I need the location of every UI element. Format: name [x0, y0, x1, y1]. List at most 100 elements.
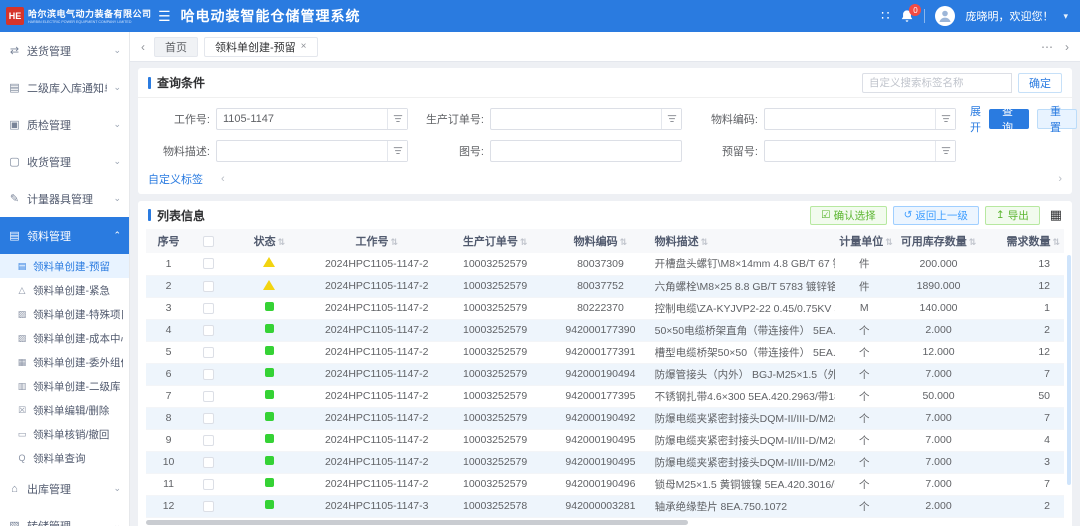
list-section-title: 列表信息: [157, 207, 205, 224]
table-row[interactable]: 22024HPC1105-1147-21000325257980037752六角…: [146, 275, 1064, 297]
row-checkbox[interactable]: [203, 435, 214, 446]
sidebar-subitem-create-cost-center[interactable]: ▨领料单创建-成本中心: [0, 326, 129, 350]
tab-picking-create-reserve[interactable]: 领料单创建-预留 ×: [204, 37, 318, 57]
row-checkbox[interactable]: [203, 501, 214, 512]
sort-icon[interactable]: ⇅: [620, 237, 628, 247]
row-checkbox[interactable]: [203, 369, 214, 380]
tabs-forward-icon[interactable]: ›: [1062, 40, 1072, 54]
query-input-2[interactable]: [764, 108, 956, 130]
tabs-back-icon[interactable]: ‹: [138, 40, 148, 54]
sidebar-subitem-query[interactable]: Q领料单查询: [0, 446, 129, 470]
notification-bell-icon[interactable]: 0: [900, 9, 914, 23]
row-checkbox[interactable]: [203, 281, 214, 292]
sort-icon[interactable]: ⇅: [701, 237, 709, 247]
sidebar-collapse-icon[interactable]: ☰: [158, 8, 171, 25]
column-settings-icon[interactable]: ▦: [1050, 207, 1062, 223]
table-row[interactable]: 92024HPC1105-1147-2100032525799420001904…: [146, 429, 1064, 451]
confirm-button[interactable]: 确定: [1018, 73, 1062, 93]
confirm-select-button[interactable]: ☑ 确认选择: [810, 206, 886, 225]
sidebar-subitem-create-urgent[interactable]: △领料单创建-紧急: [0, 278, 129, 302]
row-checkbox[interactable]: [203, 457, 214, 468]
tags-scroll-left-icon[interactable]: ‹: [221, 173, 225, 185]
query-input-5[interactable]: [764, 140, 956, 162]
sidebar-item-receiving[interactable]: ▢收货管理⌄: [0, 143, 129, 180]
table-row[interactable]: 32024HPC1105-1147-21000325257980222370控制…: [146, 297, 1064, 319]
query-input-0[interactable]: [216, 108, 408, 130]
sort-icon[interactable]: ⇅: [390, 237, 398, 247]
sort-icon[interactable]: ⇅: [969, 237, 977, 247]
sidebar-item-transfer[interactable]: ▧转储管理⌄: [0, 507, 129, 526]
table-body: 12024HPC1105-1147-21000325257980037309开槽…: [146, 253, 1064, 517]
table-row[interactable]: 102024HPC1105-1147-210003252579942000190…: [146, 451, 1064, 473]
sort-icon[interactable]: ⇅: [1052, 237, 1060, 247]
column-header-required_qty[interactable]: 需求数量⇅: [984, 229, 1064, 253]
sort-icon[interactable]: ⇅: [520, 237, 528, 247]
filter-icon[interactable]: [935, 141, 955, 161]
filter-icon[interactable]: [661, 109, 681, 129]
sidebar-subitem-create-l2[interactable]: ▥领料单创建-二级库: [0, 374, 129, 398]
apps-grid-icon[interactable]: ∷: [881, 8, 890, 24]
sidebar-item-delivery[interactable]: ⇄送货管理⌄: [0, 32, 129, 69]
sidebar-subitem-edit-delete[interactable]: ☒领料单编辑/删除: [0, 398, 129, 422]
table-row[interactable]: 112024HPC1105-1147-210003252579942000190…: [146, 473, 1064, 495]
table-row[interactable]: 72024HPC1105-1147-2100032525799420001773…: [146, 385, 1064, 407]
column-header-unit[interactable]: 计量单位⇅: [835, 229, 893, 253]
back-up-level-button[interactable]: ↺ 返回上一级: [893, 206, 979, 225]
row-checkbox[interactable]: [203, 413, 214, 424]
row-checkbox[interactable]: [203, 347, 214, 358]
sort-icon[interactable]: ⇅: [885, 237, 893, 247]
table-row[interactable]: 12024HPC1105-1147-21000325257980037309开槽…: [146, 253, 1064, 275]
export-button[interactable]: ↥ 导出: [985, 206, 1040, 225]
tabs-more-icon[interactable]: ⋯: [1038, 40, 1056, 54]
sidebar-subitem-create-reserve[interactable]: ▤领料单创建-预留: [0, 254, 129, 278]
reset-button[interactable]: 重置: [1037, 109, 1077, 129]
table-row[interactable]: 42024HPC1105-1147-2100032525799420001773…: [146, 319, 1064, 341]
search-button[interactable]: 查询: [989, 109, 1029, 129]
column-header-material_code[interactable]: 物料编码⇅: [550, 229, 650, 253]
filter-icon[interactable]: [387, 109, 407, 129]
query-input-4[interactable]: [490, 140, 682, 162]
row-checkbox[interactable]: [203, 391, 214, 402]
table-row[interactable]: 82024HPC1105-1147-2100032525799420001904…: [146, 407, 1064, 429]
tab-home[interactable]: 首页: [154, 37, 198, 57]
row-checkbox[interactable]: [203, 303, 214, 314]
column-header-available_qty[interactable]: 可用库存数量⇅: [893, 229, 983, 253]
query-input-1[interactable]: [490, 108, 682, 130]
chevron-down-icon[interactable]: ▾: [1063, 11, 1068, 22]
table-row[interactable]: 52024HPC1105-1147-2100032525799420001773…: [146, 341, 1064, 363]
table-row[interactable]: 62024HPC1105-1147-2100032525799420001904…: [146, 363, 1064, 385]
row-checkbox[interactable]: [203, 258, 214, 269]
sidebar-item-measuring-tools[interactable]: ✎计量器具管理⌄: [0, 180, 129, 217]
vertical-scrollbar[interactable]: [1067, 255, 1071, 485]
expand-link[interactable]: 展开: [970, 103, 981, 135]
tab-close-icon[interactable]: ×: [301, 41, 307, 52]
filter-icon[interactable]: [387, 141, 407, 161]
row-checkbox[interactable]: [203, 325, 214, 336]
select-all-checkbox[interactable]: [203, 236, 214, 247]
sort-icon[interactable]: ⇅: [278, 237, 286, 247]
sidebar-item-l2-inbound-notice[interactable]: ▤二级库入库通知单⌄: [0, 69, 129, 106]
cell-status: [225, 429, 313, 451]
custom-tag-name-input[interactable]: [862, 73, 1012, 93]
query-input-wrap: [490, 140, 682, 162]
sidebar-item-quality[interactable]: ▣质检管理⌄: [0, 106, 129, 143]
user-greeting[interactable]: 庞晓明，欢迎您！: [965, 8, 1053, 24]
sidebar-subitem-create-outsourced[interactable]: ▦领料单创建-委外组件: [0, 350, 129, 374]
column-header-status[interactable]: 状态⇅: [225, 229, 313, 253]
sidebar-subitem-writeoff-recall[interactable]: ▭领料单核销/撤回: [0, 422, 129, 446]
query-field-2: 物料编码:: [696, 108, 956, 130]
filter-icon[interactable]: [935, 109, 955, 129]
sidebar-subitem-create-special[interactable]: ▨领料单创建-特殊项目: [0, 302, 129, 326]
column-header-order_no[interactable]: 生产订单号⇅: [440, 229, 550, 253]
column-header-work_no[interactable]: 工作号⇅: [314, 229, 440, 253]
table-row[interactable]: 122024HPC1105-1147-310003252578942000003…: [146, 495, 1064, 517]
sidebar-item-picking[interactable]: ▤领料管理⌃: [0, 217, 129, 254]
custom-tag-link[interactable]: 自定义标签: [148, 171, 203, 187]
query-input-3[interactable]: [216, 140, 408, 162]
horizontal-scrollbar[interactable]: [146, 520, 688, 525]
row-checkbox[interactable]: [203, 479, 214, 490]
sidebar-item-outbound[interactable]: ⌂出库管理⌄: [0, 470, 129, 507]
avatar[interactable]: [935, 6, 955, 26]
tags-scroll-right-icon[interactable]: ›: [1058, 173, 1062, 185]
column-header-material_desc[interactable]: 物料描述⇅: [651, 229, 836, 253]
